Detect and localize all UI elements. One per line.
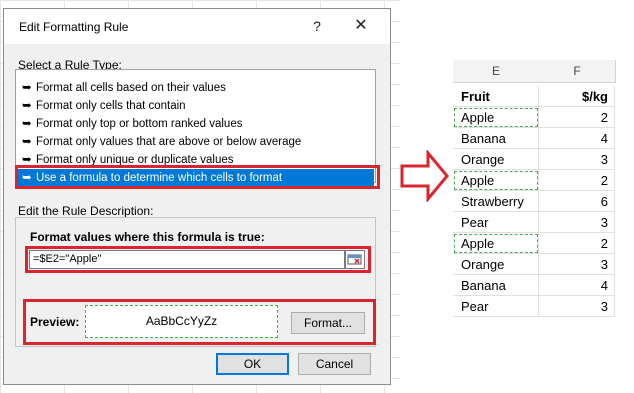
rule-type-label: Format only cells that contain [36,100,186,112]
fruit-cell[interactable]: Pear [453,212,539,233]
column-header-f[interactable]: F [539,60,616,83]
price-cell[interactable]: 2 [539,233,615,254]
fruit-cell[interactable]: Strawberry [453,191,539,212]
dialog-title: Edit Formatting Rule [19,20,129,34]
fruit-cell[interactable]: Apple [453,170,539,191]
fruit-cell[interactable]: Apple [453,107,539,128]
arrow-icon: ➥ [22,82,32,94]
selected-rule-highlight-box [15,165,380,189]
rule-type-item[interactable]: ➥ Format all cells based on their values [17,79,374,97]
price-cell[interactable]: 3 [539,212,615,233]
rule-type-item[interactable]: ➥ Format only values that are above or be… [17,133,374,151]
price-cell[interactable]: 4 [539,275,615,296]
arrow-icon: ➥ [22,118,32,130]
fruit-cell[interactable]: Banana [453,128,539,149]
rule-type-label: Format all cells based on their values [36,82,226,94]
price-cell[interactable]: 3 [539,254,615,275]
rule-type-item[interactable]: ➥ Format only top or bottom ranked values [17,115,374,133]
dialog-titlebar: Edit Formatting Rule ? ✕ [4,9,390,44]
edit-description-label: Edit the Rule Description: [18,204,154,218]
fruit-cell[interactable]: Orange [453,254,539,275]
header-cell-fruit[interactable]: Fruit [453,86,539,107]
rule-type-label: Format only values that are above or bel… [36,136,302,148]
formula-highlight-box [25,246,371,273]
formula-label: Format values where this formula is true… [30,230,265,244]
price-cell[interactable]: 6 [539,191,615,212]
fruit-cell[interactable]: Apple [453,233,539,254]
arrow-icon: ➥ [22,136,32,148]
price-cell[interactable]: 3 [539,149,615,170]
price-cell[interactable]: 2 [539,107,615,128]
price-cell[interactable]: 2 [539,170,615,191]
price-cell[interactable]: 3 [539,296,615,317]
right-arrow-icon [400,150,449,202]
rule-type-item[interactable]: ➥ Format only cells that contain [17,97,374,115]
fruit-cell[interactable]: Banana [453,275,539,296]
ok-button[interactable]: OK [216,353,289,375]
column-header-e[interactable]: E [453,60,540,83]
header-cell-price[interactable]: $/kg [539,86,615,107]
price-cell[interactable]: 4 [539,128,615,149]
cancel-button[interactable]: Cancel [298,353,371,375]
fruit-cell[interactable]: Orange [453,149,539,170]
close-button[interactable]: ✕ [348,14,374,38]
preview-highlight-box [23,299,376,345]
arrow-icon: ➥ [22,100,32,112]
fruit-cell[interactable]: Pear [453,296,539,317]
rule-type-label: Format only top or bottom ranked values [36,118,243,130]
help-button[interactable]: ? [304,14,330,38]
